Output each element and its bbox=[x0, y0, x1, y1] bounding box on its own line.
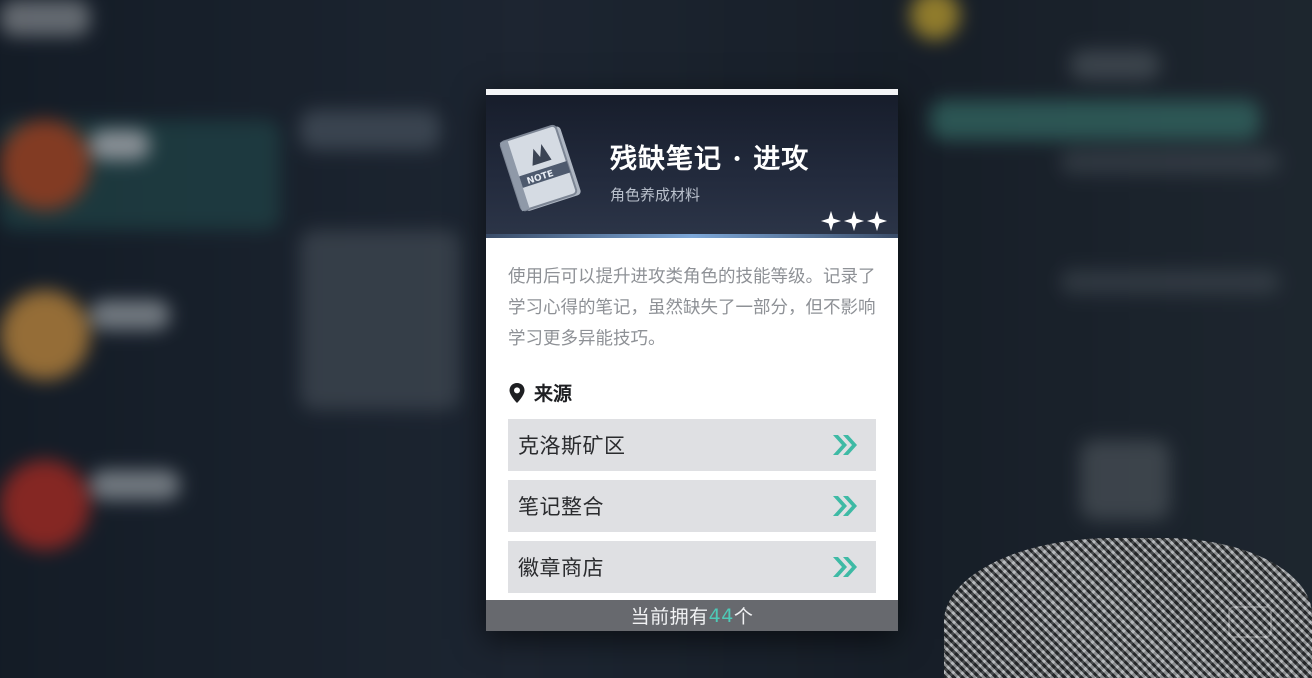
source-list: 克洛斯矿区 笔记整合 徽章商店 bbox=[508, 419, 876, 593]
double-chevron-right-icon bbox=[833, 435, 857, 455]
source-heading-label: 来源 bbox=[534, 383, 573, 405]
location-pin-icon bbox=[509, 382, 525, 403]
double-chevron-right-icon bbox=[833, 557, 857, 577]
item-body: 使用后可以提升进攻类角色的技能等级。记录了学习心得的笔记，虽然缺失了一部分，但不… bbox=[486, 238, 898, 593]
source-item-label: 徽章商店 bbox=[518, 556, 604, 580]
source-item-badge-shop[interactable]: 徽章商店 bbox=[508, 541, 876, 593]
item-header: NOTE 残缺笔记 · 进攻 角色养成材料 bbox=[486, 95, 898, 238]
note-book-icon: NOTE bbox=[499, 124, 581, 212]
source-item-label: 克洛斯矿区 bbox=[518, 434, 626, 458]
rarity-stars bbox=[820, 210, 888, 232]
source-item-mine[interactable]: 克洛斯矿区 bbox=[508, 419, 876, 471]
star-icon bbox=[843, 210, 865, 232]
star-icon bbox=[820, 210, 842, 232]
double-chevron-right-icon bbox=[833, 496, 857, 516]
source-item-label: 笔记整合 bbox=[518, 495, 604, 519]
watermark-logo bbox=[1228, 606, 1272, 638]
item-type: 角色养成材料 bbox=[610, 186, 701, 204]
source-heading: 来源 bbox=[508, 379, 876, 406]
source-item-note-merge[interactable]: 笔记整合 bbox=[508, 480, 876, 532]
owned-count-bar: 当前拥有 44 个 bbox=[486, 600, 898, 631]
item-description: 使用后可以提升进攻类角色的技能等级。记录了学习心得的笔记，虽然缺失了一部分，但不… bbox=[508, 267, 876, 349]
owned-suffix: 个 bbox=[733, 606, 754, 628]
star-icon bbox=[866, 210, 888, 232]
item-detail-card: NOTE 残缺笔记 · 进攻 角色养成材料 使用后可以提升进攻类角色的技能等级。… bbox=[486, 89, 898, 631]
owned-count: 44 bbox=[708, 604, 734, 627]
item-name: 残缺笔记 · 进攻 bbox=[610, 144, 810, 175]
owned-prefix: 当前拥有 bbox=[630, 606, 709, 628]
